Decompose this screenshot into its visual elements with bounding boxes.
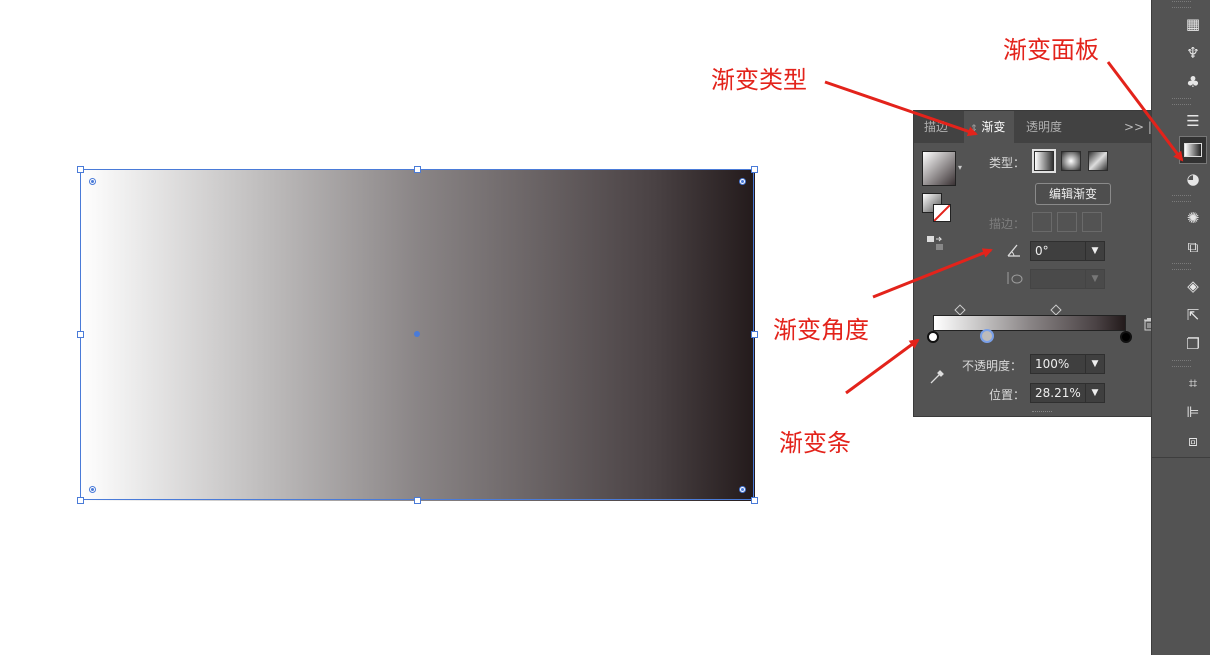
handle-bottom-middle[interactable]	[414, 497, 421, 504]
annotation-gradient-angle: 渐变角度	[773, 316, 869, 344]
location-input[interactable]: 28.21% ▼	[1030, 383, 1105, 403]
symbols-brush-icon[interactable]: ♆	[1180, 40, 1206, 66]
handle-middle-right[interactable]	[751, 331, 758, 338]
handle-bottom-left[interactable]	[77, 497, 84, 504]
stroke-across-button[interactable]	[1082, 212, 1102, 232]
gradient-swatch[interactable]	[922, 151, 956, 186]
gradient-slider-bar[interactable]	[933, 315, 1126, 331]
graphic-styles-icon[interactable]: ⧉	[1180, 234, 1206, 260]
tab-arrows-icon: ⇕	[970, 124, 978, 134]
panel-dock: ▦ ♆ ♣ ☰ ◕ ✺ ⧉ ◈ ⇱ ❐ ⌗ ⊫ ⧈	[1151, 0, 1210, 655]
stroke-within-button[interactable]	[1032, 212, 1052, 232]
export-icon[interactable]: ⇱	[1180, 302, 1206, 328]
dock-grip[interactable]	[1172, 1, 1191, 8]
opacity-value: 100%	[1035, 357, 1070, 371]
opacity-label: 不透明度：	[962, 359, 1023, 373]
artboards-icon[interactable]: ❐	[1180, 331, 1206, 357]
edit-gradient-button[interactable]: 编辑渐变	[1035, 183, 1111, 205]
annotation-gradient-type: 渐变类型	[711, 66, 807, 94]
aspect-ratio-icon	[1006, 270, 1024, 286]
tab-gradient[interactable]: ⇕ 渐变	[964, 111, 1014, 143]
handle-top-right[interactable]	[751, 166, 758, 173]
midpoint-diamond-1[interactable]	[954, 304, 966, 316]
dock-grip[interactable]	[1172, 263, 1191, 270]
linear-gradient-button[interactable]	[1032, 149, 1056, 173]
stroke-label: 描边：	[989, 217, 1026, 231]
corner-widget-top-left[interactable]	[89, 178, 96, 185]
transform-icon[interactable]: ⌗	[1180, 370, 1206, 396]
chevron-down-icon[interactable]: ▼	[1085, 355, 1104, 373]
swatch-dropdown-icon[interactable]: ▾	[958, 163, 962, 172]
transparency-icon[interactable]: ◕	[1180, 166, 1206, 192]
corner-widget-bottom-left[interactable]	[89, 486, 96, 493]
gradient-panel: 描边 ⇕ 渐变 透明度 >> | ≡ ▾ 类型： 编辑渐变 描边： 0° ▼ ▼…	[913, 110, 1170, 417]
midpoint-diamond-2[interactable]	[1050, 304, 1062, 316]
handle-top-middle[interactable]	[414, 166, 421, 173]
handle-bottom-right[interactable]	[751, 497, 758, 504]
panel-tab-bar: 描边 ⇕ 渐变 透明度 >> | ≡	[914, 111, 1169, 143]
stroke-along-button[interactable]	[1057, 212, 1077, 232]
gradient-icon[interactable]	[1179, 136, 1207, 164]
reverse-gradient-icon[interactable]	[926, 235, 944, 251]
tab-stroke[interactable]: 描边	[924, 111, 948, 143]
chevron-down-icon[interactable]: ▼	[1085, 242, 1104, 260]
angle-value: 0°	[1035, 244, 1049, 258]
aspect-ratio-input[interactable]: ▼	[1030, 269, 1105, 289]
arrow-gradient-bar	[845, 338, 920, 395]
tab-transparency[interactable]: 透明度	[1026, 111, 1062, 143]
gradient-stop-2[interactable]	[980, 329, 995, 343]
angle-icon	[1006, 242, 1022, 258]
gradient-stops	[927, 329, 1132, 345]
corner-widget-top-right[interactable]	[739, 178, 746, 185]
angle-input[interactable]: 0° ▼	[1030, 241, 1105, 261]
align-icon[interactable]: ⊫	[1180, 399, 1206, 425]
annotation-gradient-panel: 渐变面板	[1003, 36, 1099, 64]
none-slash-icon	[933, 204, 951, 222]
tab-gradient-label: 渐变	[981, 120, 1006, 134]
corner-widget-bottom-right[interactable]	[739, 486, 746, 493]
appearance-icon[interactable]: ✺	[1180, 205, 1206, 231]
gradient-stop-3[interactable]	[1120, 331, 1132, 343]
chevron-down-icon[interactable]: ▼	[1085, 384, 1104, 402]
opacity-input[interactable]: 100% ▼	[1030, 354, 1105, 374]
dock-grip[interactable]	[1172, 98, 1191, 105]
radial-gradient-button[interactable]	[1061, 151, 1081, 171]
dock-grip[interactable]	[1172, 360, 1191, 367]
panel-resize-grip[interactable]	[1032, 411, 1052, 415]
type-label: 类型：	[989, 156, 1026, 170]
location-value: 28.21%	[1035, 386, 1081, 400]
chevron-down-icon[interactable]: ▼	[1085, 270, 1104, 288]
club-icon[interactable]: ♣	[1180, 69, 1206, 95]
handle-middle-left[interactable]	[77, 331, 84, 338]
pathfinder-icon[interactable]: ⧈	[1180, 428, 1206, 454]
dock-separator	[1152, 457, 1210, 458]
fill-stroke-swatch[interactable]	[922, 193, 952, 223]
gradient-stop-1[interactable]	[927, 331, 939, 343]
stroke-swatch[interactable]	[933, 204, 951, 222]
freeform-gradient-button[interactable]	[1088, 151, 1108, 171]
dock-grip[interactable]	[1172, 195, 1191, 202]
location-label: 位置：	[989, 388, 1026, 402]
layers-icon[interactable]: ◈	[1180, 273, 1206, 299]
handle-top-left[interactable]	[77, 166, 84, 173]
annotation-gradient-bar: 渐变条	[779, 429, 851, 457]
eyedropper-icon[interactable]	[928, 368, 946, 386]
libraries-icon[interactable]: ▦	[1180, 11, 1206, 37]
stroke-lines-icon[interactable]: ☰	[1180, 108, 1206, 134]
center-point	[414, 331, 420, 337]
